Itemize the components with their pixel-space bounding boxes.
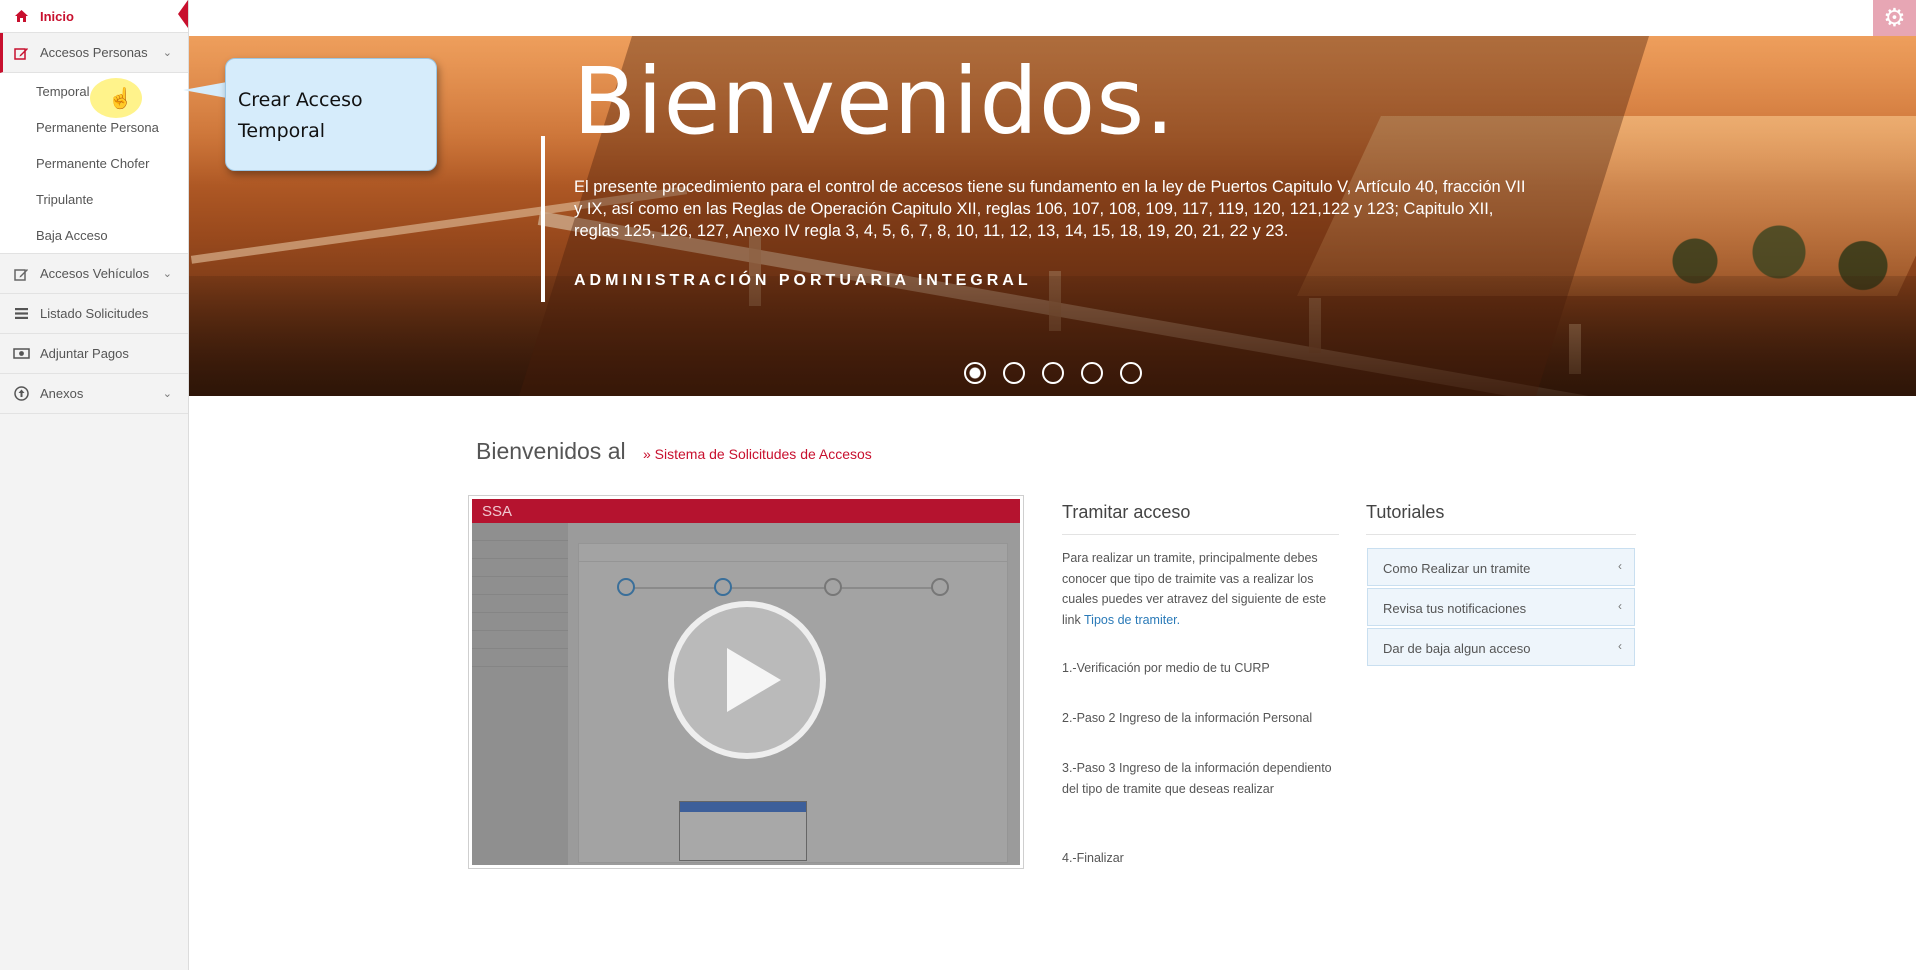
tramitar-intro: Para realizar un tramite, principalmente… (1062, 548, 1332, 630)
tramitar-step: 3.-Paso 3 Ingreso de la información depe… (1062, 761, 1332, 796)
money-icon (12, 346, 30, 362)
chevron-down-icon: ⌄ (162, 47, 172, 59)
tutorial-item-label: Dar de baja algun acceso (1383, 641, 1531, 656)
carousel-dot[interactable] (1042, 362, 1064, 384)
carousel-dot[interactable] (1081, 362, 1103, 384)
video-step (617, 578, 635, 596)
submenu-item-baja-acceso[interactable]: Baja Acceso (0, 217, 188, 253)
video-brand: SSA (482, 502, 513, 520)
chevron-left-icon: ‹ (1618, 559, 1622, 573)
submenu-item-tripulante[interactable]: Tripulante (0, 181, 188, 217)
video-sidebar-row (472, 613, 568, 631)
tipos-tramite-link[interactable]: Tipos de tramiter. (1084, 613, 1180, 627)
chevron-left-icon: ‹ (1618, 599, 1622, 613)
play-button[interactable] (668, 601, 826, 759)
active-indicator (178, 0, 188, 28)
welcome-heading: Bienvenidos al (476, 438, 626, 464)
video-step (931, 578, 949, 596)
callout-line: Temporal (238, 120, 325, 142)
carousel-dot[interactable] (1120, 362, 1142, 384)
sidebar: Inicio Accesos Personas ⌄ Temporal Perma… (0, 0, 189, 970)
carousel-indicators (964, 362, 1142, 384)
submenu-item-permanente-chofer[interactable]: Permanente Chofer (0, 145, 188, 181)
tutoriales-title: Tutoriales (1366, 502, 1445, 522)
callout-line: Crear Acceso (238, 89, 363, 111)
edit-icon (12, 266, 30, 282)
sidebar-item-anexos[interactable]: Anexos ⌄ (0, 374, 188, 414)
tutorial-item-label: Como Realizar un tramite (1383, 561, 1531, 576)
tutorial-item-label: Revisa tus notificaciones (1383, 601, 1527, 616)
sidebar-item-label: Listado Solicitudes (40, 306, 149, 321)
settings-gear-button[interactable]: ⚙ (1873, 0, 1916, 36)
video-sidebar-row (472, 631, 568, 649)
video-form-header (579, 544, 1007, 562)
gear-icon: ⚙ (1883, 4, 1906, 32)
sidebar-item-label: Inicio (40, 8, 74, 24)
chevron-down-icon: ⌄ (162, 268, 172, 280)
play-icon (727, 648, 781, 712)
tramitar-step: 1.-Verificación por medio de tu CURP (1062, 661, 1270, 675)
tutorial-item[interactable]: Dar de baja algun acceso ‹ (1367, 628, 1635, 666)
video-stepper-line (619, 587, 939, 589)
tramitar-step: 4.-Finalizar (1062, 851, 1124, 865)
video-step (824, 578, 842, 596)
sidebar-item-accesos-vehiculos[interactable]: Accesos Vehículos ⌄ (0, 254, 188, 294)
video-step (714, 578, 732, 596)
tutorial-callout: Crear Acceso Temporal (225, 58, 437, 171)
sidebar-item-listado-solicitudes[interactable]: Listado Solicitudes (0, 294, 188, 334)
tramitar-title: Tramitar acceso (1062, 502, 1191, 522)
hero-organization: ADMINISTRACIÓN PORTUARIA INTEGRAL (574, 272, 1032, 289)
sidebar-item-inicio[interactable]: Inicio (0, 0, 188, 33)
divider (1062, 534, 1339, 535)
video-sidebar-row (472, 649, 568, 667)
upload-circle-icon (12, 386, 30, 402)
edit-icon (12, 45, 30, 61)
carousel-dot[interactable] (964, 362, 986, 384)
video-sidebar-row (472, 541, 568, 559)
sidebar-item-adjuntar-pagos[interactable]: Adjuntar Pagos (0, 334, 188, 374)
divider (1366, 534, 1636, 535)
tutorial-item[interactable]: Revisa tus notificaciones ‹ (1367, 588, 1635, 626)
video-frame: SSA (472, 499, 1020, 865)
video-sidebar-row (472, 559, 568, 577)
sidebar-item-label: Accesos Personas (40, 45, 148, 60)
tramitar-step: 2.-Paso 2 Ingreso de la información Pers… (1062, 711, 1313, 725)
home-icon (12, 8, 30, 24)
carousel-dot[interactable] (1003, 362, 1025, 384)
chevron-left-icon: ‹ (1618, 639, 1622, 653)
hero-description: El presente procedimiento para el contro… (574, 178, 1526, 240)
chevron-down-icon: ⌄ (162, 388, 172, 400)
hero-title: Bienvenidos. (573, 48, 1176, 155)
sidebar-item-label: Adjuntar Pagos (40, 346, 129, 361)
sidebar-item-label: Accesos Vehículos (40, 266, 150, 281)
list-icon (12, 306, 30, 322)
video-dropdown (679, 801, 807, 861)
video-dropdown-selection (680, 802, 806, 812)
hero-divider (541, 136, 545, 302)
system-link[interactable]: » Sistema de Solicitudes de Accesos (643, 446, 872, 462)
video-sidebar-row (472, 595, 568, 613)
hand-pointer-icon: ☝ (108, 88, 133, 110)
video-sidebar-row (472, 577, 568, 595)
video-sidebar (472, 523, 568, 865)
sidebar-item-accesos-personas[interactable]: Accesos Personas ⌄ (0, 33, 188, 73)
video-app-header: SSA (472, 499, 1020, 523)
callout-tail (183, 82, 227, 98)
tutorial-item[interactable]: Como Realizar un tramite ‹ (1367, 548, 1635, 586)
sidebar-item-label: Anexos (40, 386, 84, 401)
submenu-item-permanente-persona[interactable]: Permanente Persona (0, 109, 188, 145)
video-sidebar-row (472, 523, 568, 541)
tutorial-video[interactable]: SSA (468, 495, 1024, 869)
